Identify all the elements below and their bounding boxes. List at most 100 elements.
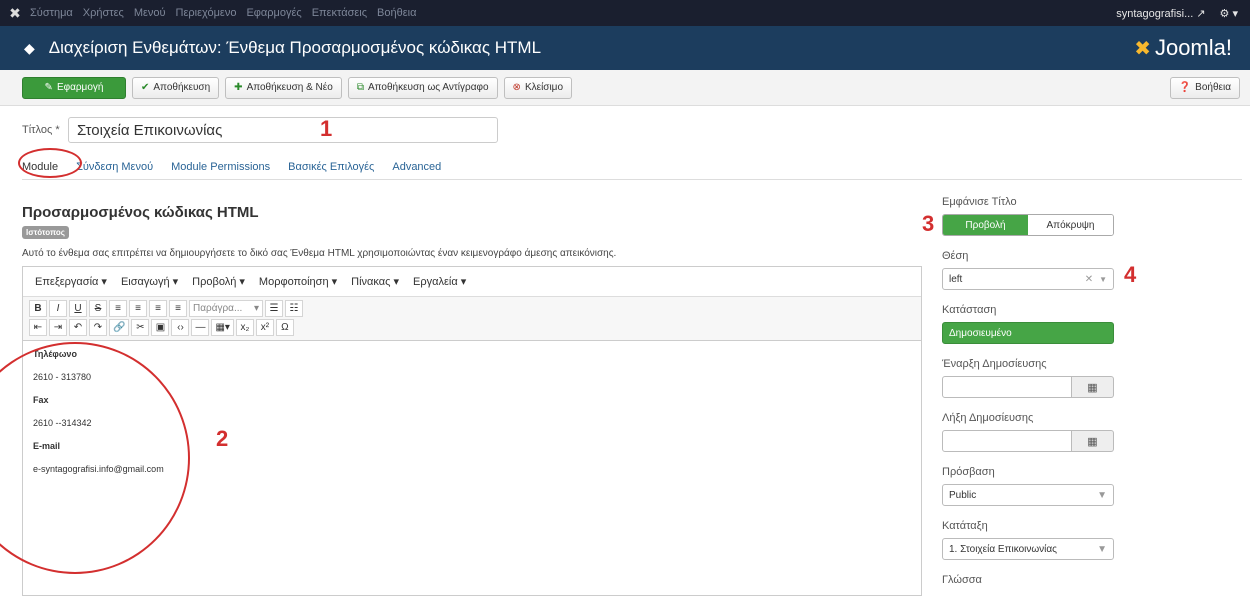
editor-menu-bar: Επεξεργασία ▾ Εισαγωγή ▾ Προβολή ▾ Μορφο…: [23, 267, 921, 297]
strikethrough-icon[interactable]: S: [89, 300, 107, 317]
bullet-list-icon[interactable]: ☰: [265, 300, 283, 317]
apply-button[interactable]: ✎ Εφαρμογή: [22, 76, 126, 99]
paragraph-select[interactable]: Παράγρα... ▾: [189, 300, 263, 317]
save-button[interactable]: ✔ Αποθήκευση: [132, 76, 220, 99]
undo-icon[interactable]: ↶: [69, 319, 87, 336]
calendar-icon[interactable]: ▦: [1072, 430, 1114, 452]
phone-value: 2610 - 313780: [33, 372, 92, 382]
special-char-icon[interactable]: Ω: [275, 319, 294, 336]
align-justify-icon[interactable]: ≡: [169, 300, 187, 317]
image-icon[interactable]: ▣: [151, 319, 170, 336]
subscript-icon[interactable]: x₂: [235, 319, 254, 336]
toolbar: ✎ Εφαρμογή ✔ Αποθήκευση ✚ Αποθήκευση & Νέο …: [0, 70, 1250, 106]
bold-icon[interactable]: B: [29, 300, 47, 317]
cube-icon: ◆: [24, 39, 35, 56]
editor-menu-tools[interactable]: Εργαλεία ▾: [413, 275, 466, 288]
ordering-field: Κατάταξη 1. Στοιχεία Επικοινωνίας ▼: [942, 520, 1122, 560]
menu-menus[interactable]: Μενού: [134, 7, 166, 19]
menu-system[interactable]: Σύστημα: [30, 7, 73, 19]
publish-up-field: Έναρξη Δημοσίευσης ▦: [942, 358, 1122, 398]
italic-icon[interactable]: I: [49, 300, 67, 317]
position-select[interactable]: left ✕ ▼: [942, 268, 1114, 290]
annotation-circle-module: [18, 148, 82, 178]
tab-basic-options[interactable]: Βασικές Επιλογές: [288, 161, 374, 173]
close-button[interactable]: ⊗ Κλείσιμο: [503, 76, 573, 99]
table-icon[interactable]: ▦▾: [211, 319, 234, 336]
tab-module-permissions[interactable]: Module Permissions: [171, 161, 270, 173]
client-badge: Ιστότοπος: [22, 226, 69, 239]
position-field: Θέση left ✕ ▼: [942, 250, 1122, 290]
check-icon: ✔: [141, 82, 150, 93]
menu-components[interactable]: Εφαρμογές: [246, 7, 301, 19]
align-right-icon[interactable]: ≡: [149, 300, 167, 317]
apply-label: Εφαρμογή: [56, 82, 104, 93]
gear-icon[interactable]: ⚙ ▾: [1220, 7, 1238, 20]
publish-up-input[interactable]: [942, 376, 1072, 398]
close-icon: ⊗: [512, 82, 521, 93]
redo-icon[interactable]: ↷: [89, 319, 107, 336]
position-value: left: [949, 273, 963, 285]
editor-menu-format[interactable]: Μορφοποίηση ▾: [259, 275, 337, 288]
editor-menu-insert[interactable]: Εισαγωγή ▾: [121, 275, 178, 288]
position-label: Θέση: [942, 250, 969, 262]
site-link[interactable]: syntagografisi... ↗: [1116, 7, 1205, 20]
title-label: Τίτλος *: [22, 124, 60, 136]
menu-help[interactable]: Βοήθεια: [377, 7, 416, 19]
save-new-button[interactable]: ✚ Αποθήκευση & Νέο: [225, 76, 342, 99]
language-field: Γλώσσα: [942, 574, 1122, 586]
horizontal-rule-icon[interactable]: —: [191, 319, 210, 336]
show-title-field: Εμφάνισε Τίτλο Προβολή Απόκρυψη: [942, 196, 1122, 236]
publish-up-date: ▦: [942, 376, 1122, 398]
publish-down-date: ▦: [942, 430, 1122, 452]
publish-up-label: Έναρξη Δημοσίευσης: [942, 358, 1047, 370]
underline-icon[interactable]: U: [69, 300, 87, 317]
help-button[interactable]: ❓ Βοήθεια: [1169, 76, 1240, 99]
link-icon[interactable]: 🔗: [109, 319, 130, 336]
publish-down-field: Λήξη Δημοσίευσης ▦: [942, 412, 1122, 452]
ordering-label: Κατάταξη: [942, 520, 988, 532]
editor-menu-view[interactable]: Προβολή ▾: [192, 275, 245, 288]
editor-menu-table[interactable]: Πίνακας ▾: [351, 275, 399, 288]
publish-down-input[interactable]: [942, 430, 1072, 452]
unlink-icon[interactable]: ✂: [131, 319, 150, 336]
align-center-icon[interactable]: ≡: [129, 300, 147, 317]
superscript-icon[interactable]: x²: [255, 319, 274, 336]
ordering-select[interactable]: 1. Στοιχεία Επικοινωνίας ▼: [942, 538, 1114, 560]
joomla-icon[interactable]: ✖: [0, 5, 30, 22]
top-menu-bar: ✖ Σύστημα Χρήστες Μενού Περιεχόμενο Εφαρ…: [0, 0, 1250, 26]
editor-menu-edit[interactable]: Επεξεργασία ▾: [35, 275, 107, 288]
external-link-icon: ↗: [1196, 7, 1206, 20]
indent-icon[interactable]: ⇥: [49, 319, 67, 336]
chevron-down-icon: ▼: [1099, 274, 1107, 284]
outdent-icon[interactable]: ⇤: [29, 319, 47, 336]
tab-advanced[interactable]: Advanced: [392, 161, 441, 173]
save-copy-button[interactable]: ⧉ Αποθήκευση ως Αντίγραφο: [347, 76, 498, 99]
phone-label: Τηλέφωνο: [33, 349, 77, 359]
access-select[interactable]: Public ▼: [942, 484, 1114, 506]
save-copy-label: Αποθήκευση ως Αντίγραφο: [367, 82, 489, 93]
ordering-value: 1. Στοιχεία Επικοινωνίας: [949, 543, 1057, 555]
menu-extensions[interactable]: Επεκτάσεις: [312, 7, 367, 19]
access-value: Public: [949, 489, 977, 501]
menu-users[interactable]: Χρήστες: [83, 7, 124, 19]
tab-bar: Module Σύνδεση Μενού Module Permissions …: [22, 154, 1242, 180]
calendar-icon[interactable]: ▦: [1072, 376, 1114, 398]
hide-button[interactable]: Απόκρυψη: [1028, 215, 1113, 235]
numbered-list-icon[interactable]: ☷: [285, 300, 303, 317]
save-label: Αποθήκευση: [153, 82, 211, 93]
joomla-logo: ✖ Joomla!: [1134, 35, 1232, 61]
align-left-icon[interactable]: ≡: [109, 300, 127, 317]
brand-text: Joomla!: [1154, 35, 1232, 60]
tab-menu-assignment[interactable]: Σύνδεση Μενού: [76, 161, 153, 173]
help-icon: ❓: [1178, 82, 1192, 93]
code-icon[interactable]: ‹›: [171, 319, 190, 336]
status-select[interactable]: Δημοσιευμένο: [942, 322, 1114, 344]
publish-down-label: Λήξη Δημοσίευσης: [942, 412, 1034, 424]
edit-icon: ✎: [44, 82, 53, 93]
menu-content[interactable]: Περιεχόμενο: [176, 7, 237, 19]
status-value: Δημοσιευμένο: [949, 327, 1012, 339]
clear-icon[interactable]: ✕: [1085, 274, 1093, 285]
show-button[interactable]: Προβολή: [943, 215, 1028, 235]
title-input[interactable]: [68, 117, 498, 143]
chevron-down-icon: ▼: [1097, 543, 1107, 555]
